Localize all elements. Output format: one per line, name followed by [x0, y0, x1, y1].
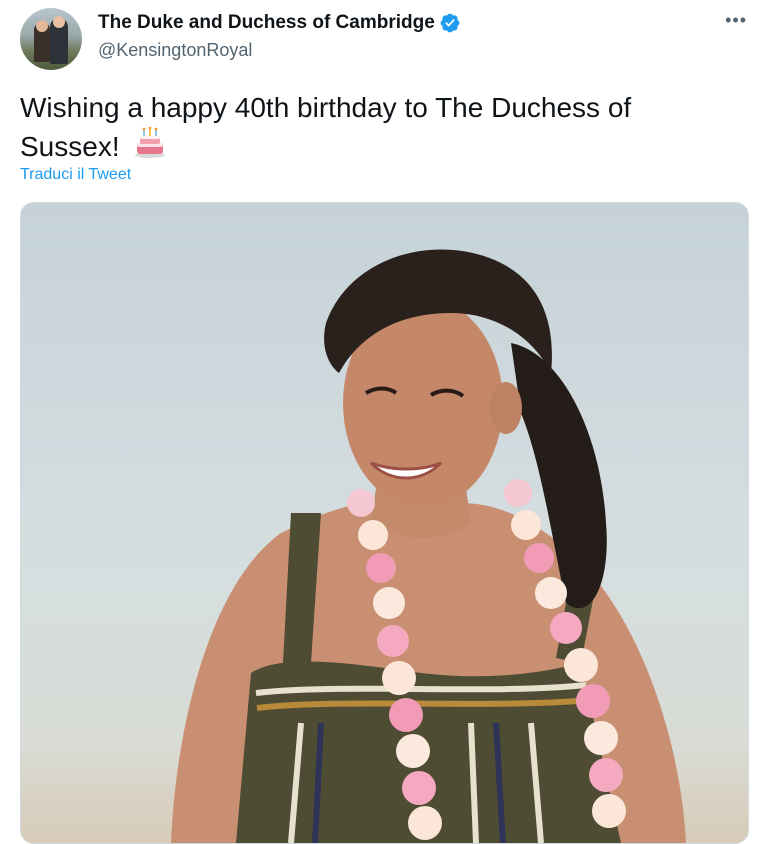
- photo-ear: [490, 382, 522, 434]
- photo-illustration: [171, 249, 686, 843]
- birthday-cake-icon: [135, 126, 166, 158]
- avatar-head-left: [36, 20, 48, 32]
- translate-tweet-link[interactable]: Traduci il Tweet: [20, 166, 131, 184]
- author-display-name[interactable]: The Duke and Duchess of Cambridge: [98, 12, 435, 34]
- avatar-head-right: [53, 16, 65, 28]
- author-name-row[interactable]: The Duke and Duchess of Cambridge: [98, 12, 461, 34]
- tweet-text: Wishing a happy 40th birthday to The Duc…: [20, 90, 720, 165]
- avatar[interactable]: [20, 8, 82, 70]
- tweet-text-body: Wishing a happy 40th birthday to The Duc…: [20, 92, 632, 162]
- author-handle[interactable]: @KensingtonRoyal: [98, 40, 252, 61]
- verified-badge-icon: [440, 13, 460, 33]
- more-options-icon[interactable]: •••: [725, 10, 747, 31]
- tweet-photo[interactable]: [20, 202, 749, 844]
